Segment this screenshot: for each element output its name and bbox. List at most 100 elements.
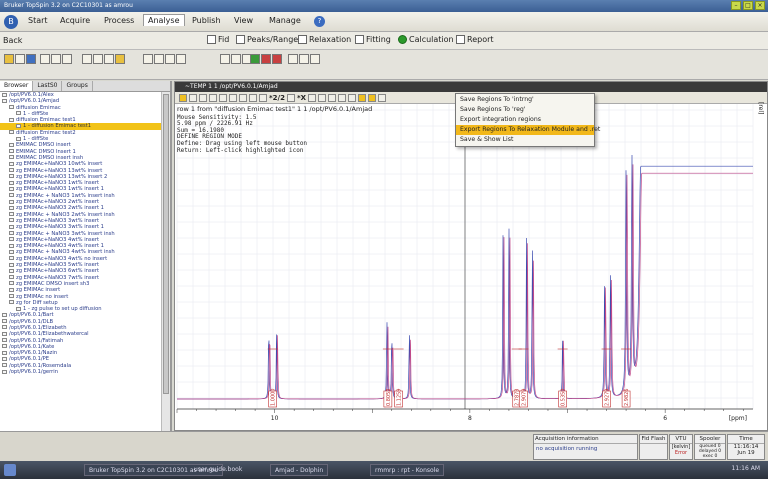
sub-report[interactable]: Report [456, 35, 494, 44]
tree-item-label: 1 - diffSte [23, 110, 49, 117]
browser-scroll-thumb[interactable] [163, 94, 169, 394]
integral-value-label: 2.9079 [522, 389, 528, 407]
folder-icon [2, 92, 7, 97]
folder-icon [9, 224, 14, 229]
sub-fitting[interactable]: Fitting [355, 35, 391, 44]
left-arrow-icon[interactable] [143, 54, 153, 64]
tab-browser[interactable]: Browser [0, 81, 34, 91]
integral-value-label: 1.0000 [271, 389, 277, 407]
tree-item-label: diffusion Emimac test1 [16, 117, 76, 124]
menu-publish[interactable]: Publish [192, 16, 221, 25]
menu-export-integration-regions[interactable]: Export integration regions [456, 115, 594, 125]
menu-start[interactable]: Start [28, 16, 48, 25]
browser-scrollbar[interactable] [161, 92, 170, 431]
task-userguide[interactable]: user guide.book [190, 464, 246, 476]
folder-icon [2, 319, 7, 324]
lock-icon[interactable] [115, 54, 125, 64]
x-tick-label: 10 [271, 415, 279, 422]
vtu-cell[interactable]: VTU [kelvin] Error [669, 434, 693, 460]
menu-export-regions-relaxation[interactable]: Export Regions To Relaxation Module and … [456, 125, 600, 135]
tab-lasts0[interactable]: LastS0 [33, 81, 63, 91]
tree-item[interactable]: /opt/PV6.0.1/gerrin [0, 369, 162, 375]
folder-icon [9, 237, 14, 242]
topspin-screen: Bruker TopSpin 3.2 on C2C10301 as amrou … [0, 0, 768, 479]
back-button[interactable]: Back [3, 36, 22, 45]
main-menubar: B Start Acquire Process Analyse Publish … [0, 12, 768, 32]
vtu-error: Error [674, 450, 688, 456]
scale-down-icon[interactable] [51, 54, 61, 64]
tree-item-label: zg EMIMAc insert [16, 287, 61, 294]
browser-tabs: Browser LastS0 Groups [0, 81, 170, 92]
task-konsole[interactable]: rmmrp : rpt - Konsole [370, 464, 445, 476]
folder-icon [9, 294, 14, 298]
toolbar-group-view [82, 54, 125, 76]
tree-item-label: zg EMIMAc+NaNO3 1wt% insert 1 [16, 186, 104, 193]
minimize-button[interactable]: – [731, 1, 741, 10]
tree-item-label: 1 - diffSte [23, 136, 49, 143]
menu-save-regions-intrng[interactable]: Save Regions To 'intrng' [456, 95, 594, 105]
scale-up-icon[interactable] [40, 54, 50, 64]
scale-x2-icon[interactable] [62, 54, 72, 64]
folder-icon [9, 249, 14, 254]
maximize-button[interactable]: □ [743, 1, 753, 10]
integral-value-label: 2.9826 [624, 389, 630, 407]
spooler-exec: exec 0 [702, 454, 718, 459]
toolbar-group-display [220, 54, 252, 76]
sub-peaks-ranges[interactable]: Peaks/Ranges [236, 35, 302, 44]
peaks-icon [236, 35, 245, 44]
menu-process[interactable]: Process [104, 16, 134, 25]
start-menu-icon[interactable] [4, 464, 16, 476]
sub-fid[interactable]: Fid [207, 35, 229, 44]
vtu-header: VTU [670, 435, 692, 444]
tab-groups[interactable]: Groups [62, 81, 93, 91]
print-icon[interactable] [288, 54, 298, 64]
help-icon[interactable]: ? [314, 16, 325, 27]
tree-item-label: zg EMIMAc+NaNO3 2wt% insert 1 [16, 205, 104, 212]
tree-item-label: /opt/PV6.0.1/gerrin [9, 369, 59, 376]
compress-icon[interactable] [176, 54, 186, 64]
sub-relaxation[interactable]: Relaxation [298, 35, 351, 44]
right-arrow-icon[interactable] [154, 54, 164, 64]
date-value: Jun 19 [737, 450, 755, 456]
export-icon[interactable] [299, 54, 309, 64]
folder-icon [9, 180, 14, 185]
x-tick-label: 8 [468, 415, 472, 422]
task-dolphin[interactable]: Amjad - Dolphin [270, 464, 329, 476]
zoom-icon[interactable] [82, 54, 92, 64]
menu-view[interactable]: View [234, 16, 253, 25]
expand-icon[interactable] [165, 54, 175, 64]
menu-acquire[interactable]: Acquire [60, 16, 90, 25]
fidflash-cell[interactable]: Fid Flash [639, 434, 668, 460]
grid-icon[interactable] [93, 54, 103, 64]
spooler-header: Spooler [695, 435, 725, 444]
spectrum-info-text: row 1 from "diffusion Emimac test1" 1 1 … [177, 106, 372, 154]
folder-icon [9, 168, 14, 173]
settings-icon[interactable] [310, 54, 320, 64]
menu-manage[interactable]: Manage [269, 16, 301, 25]
open-folder-icon[interactable] [4, 54, 14, 64]
spooler-cell[interactable]: Spooler queued 0 delayed 0 exec 0 [694, 434, 726, 460]
tree-item-label: zg EMIMAc+NaNO3 4wt% no insert [16, 255, 108, 262]
folder-icon [9, 256, 14, 261]
menu-analyse[interactable]: Analyse [143, 14, 185, 26]
folder-icon [2, 331, 7, 336]
sub-relaxation-label: Relaxation [309, 35, 352, 44]
folder-icon [2, 356, 7, 361]
halt-icon[interactable] [272, 54, 282, 64]
shift-icon[interactable] [104, 54, 114, 64]
info-title: row 1 from "diffusion Emimac test1" 1 1 … [177, 105, 373, 113]
folder-icon [9, 262, 14, 267]
overlay-icon[interactable] [220, 54, 230, 64]
menu-save-regions-reg[interactable]: Save Regions To 'reg' [456, 105, 594, 115]
play-icon[interactable] [250, 54, 260, 64]
tree-item-label: /opt/PV6.0.1/Nazin [9, 350, 58, 357]
save-icon[interactable] [26, 54, 36, 64]
tree-item-label: /opt/PV6.0.1/Amjad [9, 98, 60, 105]
close-button[interactable]: × [755, 1, 765, 10]
new-icon[interactable] [15, 54, 25, 64]
toolbar-group-acq [250, 54, 282, 76]
stop-icon[interactable] [261, 54, 271, 64]
menu-save-show-list[interactable]: Save & Show List [456, 135, 594, 145]
sub-calculation[interactable]: Calculation [398, 35, 454, 44]
stack-icon[interactable] [231, 54, 241, 64]
